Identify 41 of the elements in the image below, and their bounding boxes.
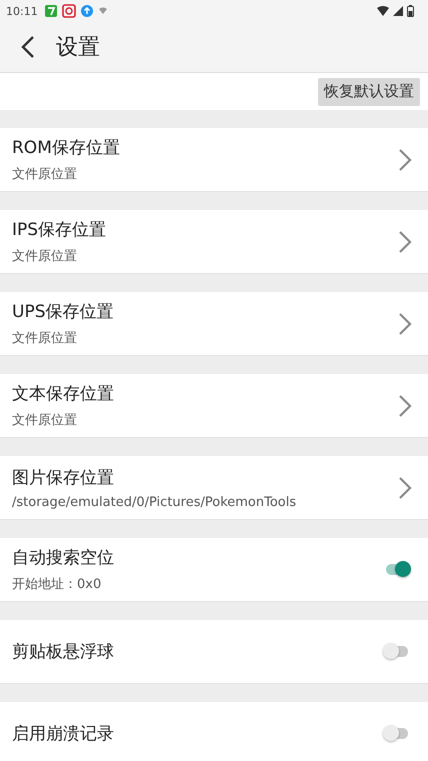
app-notification-icon	[62, 4, 76, 18]
chevron-right-icon	[398, 148, 412, 172]
upload-notification-icon	[80, 4, 94, 18]
wifi-icon	[377, 6, 389, 16]
chevron-right-icon	[398, 230, 412, 254]
setting-title: 自动搜索空位	[12, 547, 115, 569]
setting-title: IPS保存位置	[12, 219, 108, 241]
setting-value: 文件原位置	[12, 412, 78, 429]
wifi-small-icon	[98, 6, 108, 16]
settings-item[interactable]: 剪贴板悬浮球	[0, 620, 428, 684]
setting-title: ROM保存位置	[12, 137, 121, 159]
setting-title: UPS保存位置	[12, 301, 114, 323]
status-time: 10:11	[6, 4, 38, 18]
toggle-switch[interactable]	[386, 564, 408, 575]
settings-item[interactable]: 自动搜索空位 开始地址：0x0	[0, 538, 428, 602]
settings-item[interactable]: 图片保存位置 /storage/emulated/0/Pictures/PokemonTools	[0, 456, 428, 520]
setting-title: 启用崩溃记录	[12, 723, 115, 745]
toggle-switch[interactable]	[386, 728, 408, 739]
battery-icon	[407, 5, 414, 17]
setting-title: 文本保存位置	[12, 383, 115, 405]
app-notification-icon	[44, 4, 58, 18]
toggle-switch[interactable]	[386, 646, 408, 657]
settings-item[interactable]: 启用崩溃记录	[0, 702, 428, 761]
setting-value: 文件原位置	[12, 330, 78, 347]
setting-value: /storage/emulated/0/Pictures/PokemonTools	[12, 494, 298, 510]
back-icon[interactable]	[20, 35, 36, 59]
settings-item[interactable]: UPS保存位置 文件原位置	[0, 292, 428, 356]
settings-item[interactable]: IPS保存位置 文件原位置	[0, 210, 428, 274]
chevron-right-icon	[398, 394, 412, 418]
setting-title: 图片保存位置	[12, 466, 115, 488]
signal-icon	[393, 6, 403, 16]
chevron-right-icon	[398, 476, 412, 500]
setting-value: 文件原位置	[12, 248, 78, 265]
page-title: 设置	[56, 34, 100, 62]
settings-item[interactable]: ROM保存位置 文件原位置	[0, 128, 428, 192]
setting-value: 开始地址：0x0	[12, 576, 102, 593]
chevron-right-icon	[398, 312, 412, 336]
settings-item[interactable]: 文本保存位置 文件原位置	[0, 374, 428, 438]
reset-defaults-button[interactable]: 恢复默认设置	[318, 78, 420, 106]
setting-title: 剪贴板悬浮球	[12, 641, 115, 663]
setting-value: 文件原位置	[12, 166, 78, 183]
